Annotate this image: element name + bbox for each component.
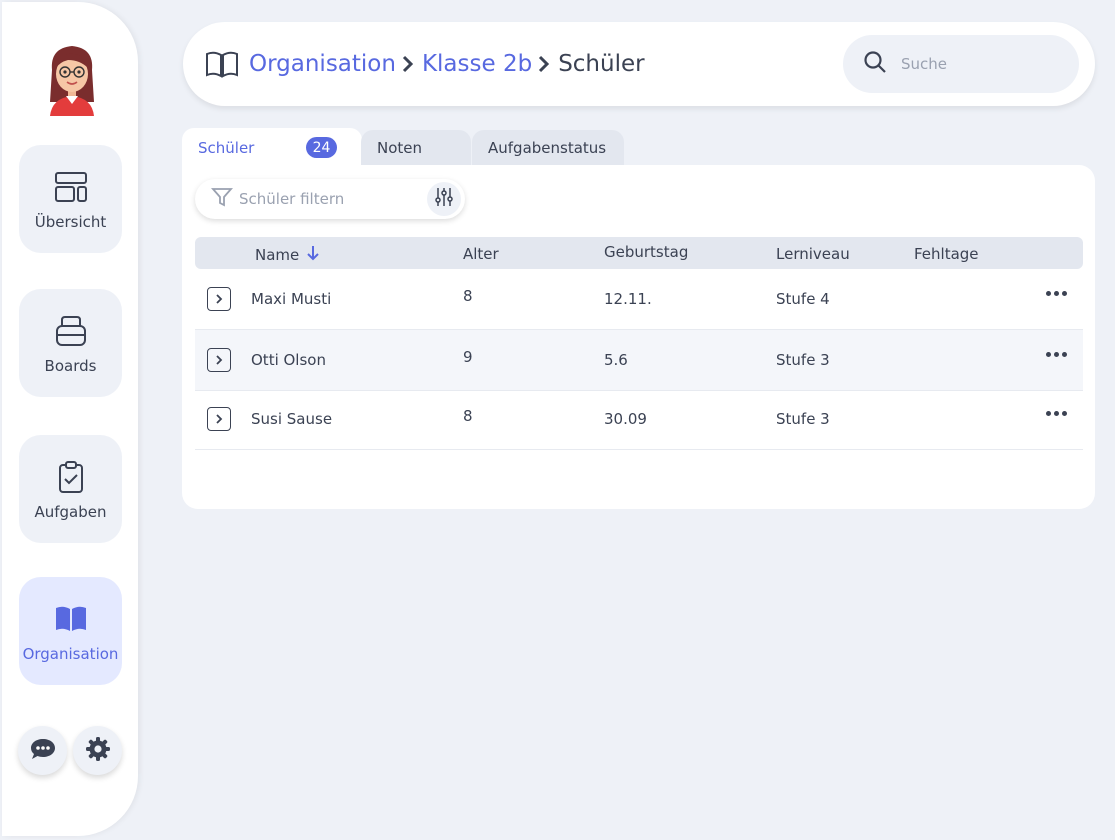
sidebar-item-aufgaben[interactable]: Aufgaben bbox=[19, 435, 122, 543]
sidebar-item-label: Organisation bbox=[22, 645, 119, 663]
sort-arrow-down-icon bbox=[307, 245, 319, 265]
settings-button[interactable] bbox=[73, 726, 122, 775]
tab-aufgabenstatus[interactable]: Aufgabenstatus bbox=[472, 130, 624, 166]
table-header: Name Alter Geburtstag Lerniveau Fehltage bbox=[195, 237, 1083, 269]
filter-input[interactable] bbox=[239, 190, 409, 208]
column-label: Name bbox=[255, 246, 300, 264]
layout-icon bbox=[51, 167, 91, 207]
column-header-fehltage[interactable]: Fehltage bbox=[914, 245, 979, 263]
chevron-right-icon bbox=[538, 54, 552, 74]
header-bar: Organisation Klasse 2b Schüler bbox=[183, 22, 1095, 106]
stack-icon bbox=[51, 311, 91, 351]
table-row[interactable]: Susi Sause 8 30.09 Stufe 3 bbox=[195, 389, 1083, 450]
tab-schueler[interactable]: Schüler 24 bbox=[182, 128, 362, 168]
cell-name: Susi Sause bbox=[251, 410, 333, 428]
table-row[interactable]: Maxi Musti 8 12.11. Stufe 4 bbox=[195, 269, 1083, 330]
breadcrumb-klasse[interactable]: Klasse 2b bbox=[422, 51, 532, 77]
search-icon bbox=[863, 50, 887, 78]
tab-label: Aufgabenstatus bbox=[488, 139, 607, 157]
filter-icon bbox=[211, 186, 233, 212]
cell-lerniveau: Stufe 3 bbox=[776, 410, 830, 428]
expand-button[interactable] bbox=[207, 287, 231, 311]
cell-geburtstag: 30.09 bbox=[604, 410, 647, 428]
book-outline-icon bbox=[205, 49, 239, 79]
students-panel: Name Alter Geburtstag Lerniveau Fehltage… bbox=[182, 165, 1095, 509]
chevron-right-icon bbox=[216, 355, 223, 365]
sidebar-item-uebersicht[interactable]: Übersicht bbox=[19, 145, 122, 253]
more-options-icon[interactable] bbox=[1046, 291, 1067, 296]
tab-label: Noten bbox=[377, 139, 423, 157]
column-header-name[interactable]: Name bbox=[255, 245, 319, 265]
cell-name: Maxi Musti bbox=[251, 290, 332, 308]
sidebar-item-label: Übersicht bbox=[34, 213, 107, 231]
column-header-alter[interactable]: Alter bbox=[463, 245, 499, 263]
sidebar-item-label: Aufgaben bbox=[34, 503, 107, 521]
breadcrumb: Organisation Klasse 2b Schüler bbox=[249, 46, 645, 82]
tab-label: Schüler bbox=[198, 139, 255, 157]
cell-lerniveau: Stufe 4 bbox=[776, 290, 830, 308]
more-options-icon[interactable] bbox=[1046, 352, 1067, 357]
cell-geburtstag: 12.11. bbox=[604, 290, 652, 308]
chevron-right-icon bbox=[402, 54, 416, 74]
chevron-right-icon bbox=[216, 414, 223, 424]
search-input[interactable] bbox=[901, 55, 1061, 73]
avatar[interactable] bbox=[42, 40, 102, 116]
clipboard-check-icon bbox=[51, 457, 91, 497]
count-badge: 24 bbox=[306, 137, 337, 158]
chevron-right-icon bbox=[216, 294, 223, 304]
cell-name: Otti Olson bbox=[251, 351, 326, 369]
breadcrumb-current: Schüler bbox=[558, 51, 645, 77]
sidebar-item-label: Boards bbox=[44, 357, 97, 375]
tab-noten[interactable]: Noten bbox=[361, 130, 471, 166]
expand-button[interactable] bbox=[207, 348, 231, 372]
table-row[interactable]: Otti Olson 9 5.6 Stufe 3 bbox=[195, 330, 1083, 391]
sidebar-item-boards[interactable]: Boards bbox=[19, 289, 122, 397]
cell-alter: 8 bbox=[463, 407, 473, 425]
breadcrumb-organisation[interactable]: Organisation bbox=[249, 51, 396, 77]
filter-settings-button[interactable] bbox=[427, 182, 461, 216]
chat-icon bbox=[30, 737, 56, 765]
sliders-icon bbox=[434, 187, 454, 211]
expand-button[interactable] bbox=[207, 407, 231, 431]
book-icon bbox=[51, 599, 91, 639]
more-options-icon[interactable] bbox=[1046, 411, 1067, 416]
filter-box bbox=[195, 179, 465, 219]
gear-icon bbox=[85, 736, 111, 766]
sidebar: Übersicht Boards Aufgaben Organisation bbox=[2, 2, 138, 836]
cell-alter: 8 bbox=[463, 287, 473, 305]
cell-geburtstag: 5.6 bbox=[604, 351, 628, 369]
sidebar-item-organisation[interactable]: Organisation bbox=[19, 577, 122, 685]
search-box bbox=[843, 35, 1079, 93]
cell-alter: 9 bbox=[463, 348, 473, 366]
cell-lerniveau: Stufe 3 bbox=[776, 351, 830, 369]
column-header-geburtstag[interactable]: Geburtstag bbox=[604, 243, 688, 261]
chat-button[interactable] bbox=[18, 726, 67, 775]
column-header-lerniveau[interactable]: Lerniveau bbox=[776, 245, 850, 263]
